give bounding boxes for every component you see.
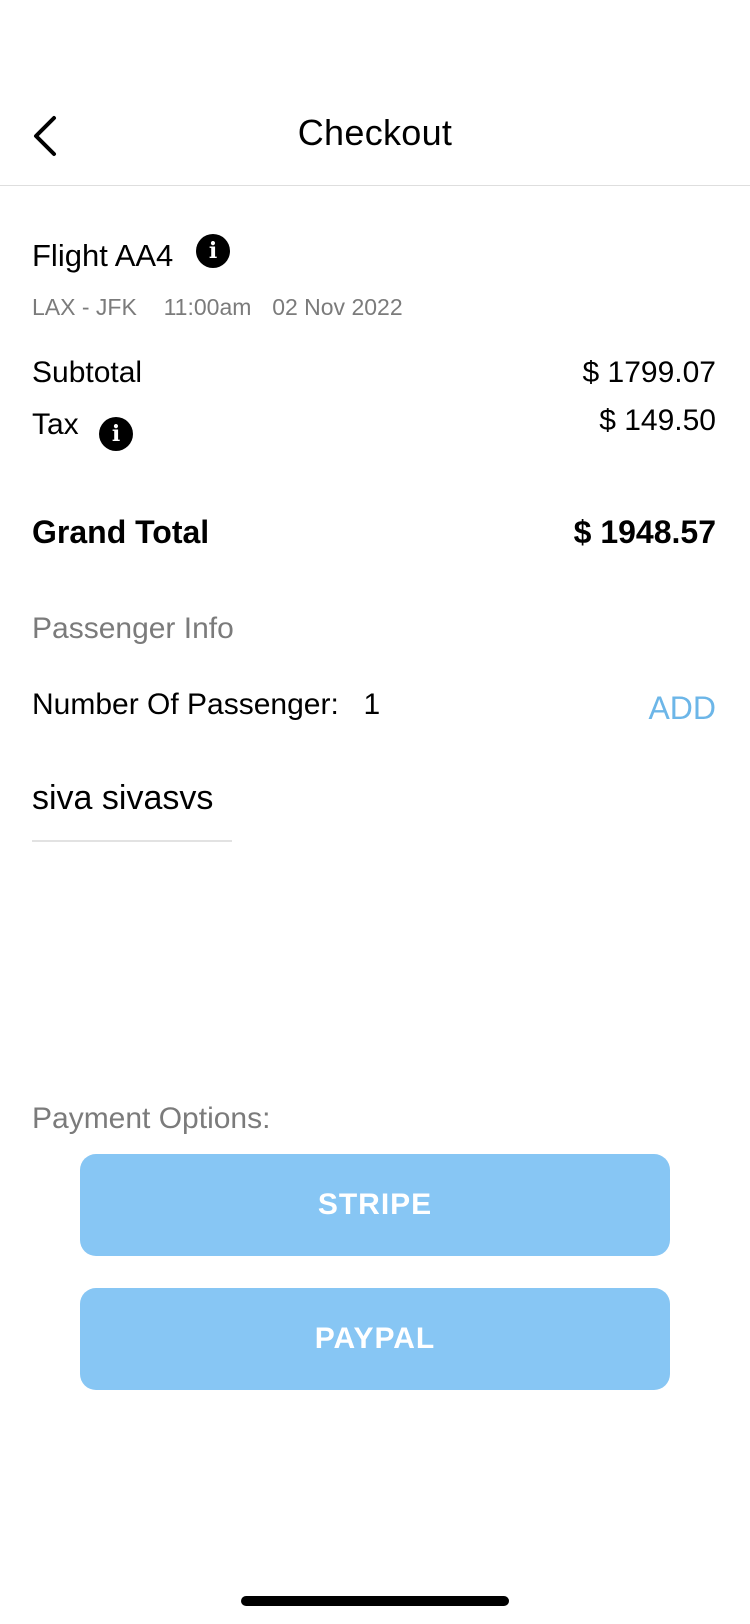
paypal-button[interactable]: PAYPAL (80, 1288, 670, 1390)
flight-route: LAX - JFK (32, 294, 137, 320)
grand-total-value: $ 1948.57 (573, 514, 716, 550)
subtotal-value: $ 1799.07 (582, 356, 716, 389)
flight-meta: LAX - JFK 11:00am 02 Nov 2022 (32, 294, 403, 321)
passenger-count: Number Of Passenger: 1 (32, 688, 380, 722)
page-title: Checkout (297, 112, 453, 153)
grand-total-label: Grand Total (32, 514, 210, 550)
payment-options-label: Payment Options: (32, 1102, 271, 1135)
add-passenger-button[interactable]: ADD (648, 690, 716, 727)
tax-label: Tax (32, 408, 79, 441)
passenger-name-item[interactable]: siva sivasvs (32, 779, 232, 842)
passenger-count-value: 1 (363, 688, 381, 721)
stripe-button[interactable]: STRIPE (80, 1154, 670, 1256)
passenger-count-label: Number Of Passenger: (32, 688, 339, 721)
flight-date: 02 Nov 2022 (272, 294, 403, 320)
passenger-info-label: Passenger Info (32, 612, 234, 645)
flight-time: 11:00am (163, 294, 252, 320)
header-bar: Checkout (0, 0, 750, 186)
info-icon[interactable]: i (196, 234, 230, 268)
flight-title: Flight AA4 (32, 238, 174, 273)
tax-info-icon[interactable]: i (99, 417, 133, 451)
subtotal-label: Subtotal (32, 356, 143, 389)
tax-value: $ 149.50 (599, 404, 716, 437)
home-indicator (241, 1596, 509, 1606)
